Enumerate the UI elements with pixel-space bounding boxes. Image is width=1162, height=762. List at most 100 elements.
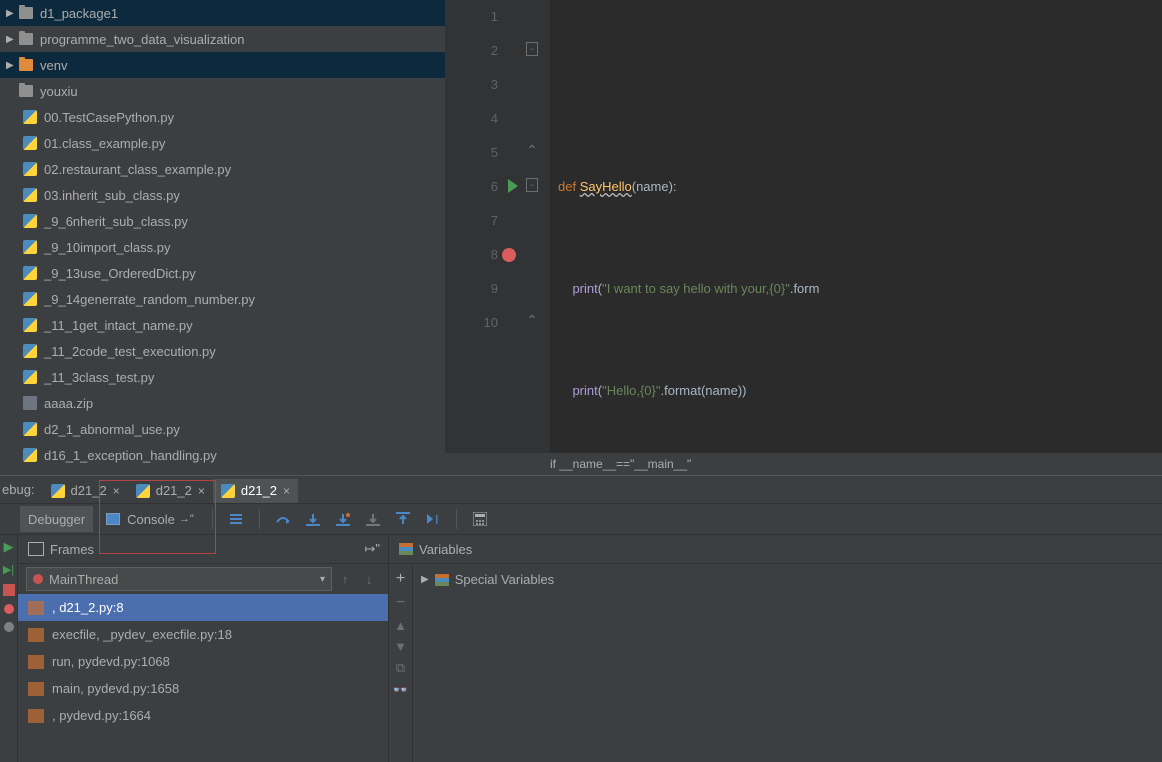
python-file-icon xyxy=(22,447,38,463)
file-item[interactable]: d16_1_exception_handling.py xyxy=(0,442,445,468)
stack-list[interactable]: , d21_2.py:8execfile, _pydev_execfile.py… xyxy=(18,594,388,729)
chevron-right-icon[interactable]: ▶ xyxy=(6,60,18,71)
down-icon[interactable]: ▼ xyxy=(394,639,407,654)
frames-label: Frames xyxy=(50,542,94,557)
svg-text:I: I xyxy=(435,512,439,526)
file-item[interactable]: 01.class_example.py xyxy=(0,130,445,156)
debug-tab[interactable]: d21_2× xyxy=(213,479,298,503)
threads-icon[interactable] xyxy=(223,506,249,532)
file-item[interactable]: 03.inherit_sub_class.py xyxy=(0,182,445,208)
chevron-right-icon[interactable]: ▶ xyxy=(6,8,18,19)
python-file-icon xyxy=(51,484,65,498)
rerun-icon[interactable]: ▶ xyxy=(4,539,14,555)
file-item[interactable]: _11_3class_test.py xyxy=(0,364,445,390)
folder-label: venv xyxy=(40,58,67,73)
frame-icon xyxy=(28,655,44,669)
folder-item[interactable]: youxiu xyxy=(0,78,445,104)
glasses-icon[interactable]: 👓 xyxy=(392,682,408,698)
file-label: _9_14generrate_random_number.py xyxy=(44,292,255,307)
stack-frame[interactable]: , d21_2.py:8 xyxy=(18,594,388,621)
stack-frame[interactable]: run, pydevd.py:1068 xyxy=(18,648,388,675)
file-item[interactable]: 02.restaurant_class_example.py xyxy=(0,156,445,182)
folder-icon xyxy=(18,31,34,47)
up-icon[interactable]: ▲ xyxy=(394,618,407,633)
file-label: _9_13use_OrderedDict.py xyxy=(44,266,196,281)
resume-icon[interactable]: ▶| xyxy=(3,563,14,576)
debug-tab[interactable]: d21_2× xyxy=(128,479,213,503)
add-watch-icon[interactable]: + xyxy=(396,570,405,588)
file-item[interactable]: 00.TestCasePython.py xyxy=(0,104,445,130)
python-file-icon xyxy=(22,161,38,177)
code-area[interactable]: def SayHello(name): print("I want to say… xyxy=(550,0,1162,453)
python-file-icon xyxy=(22,265,38,281)
folder-item[interactable]: ▶programme_two_data_visualization xyxy=(0,26,445,52)
zip-icon xyxy=(22,395,38,411)
folder-label: youxiu xyxy=(40,84,78,99)
code-editor[interactable]: 1 2 3 4 5 6 7 8 9 10 − − ⌃ ⌃ def SayHell… xyxy=(445,0,1162,475)
close-icon[interactable]: × xyxy=(198,484,205,498)
evaluate-icon[interactable] xyxy=(467,506,493,532)
python-file-icon xyxy=(22,213,38,229)
debug-toolbar: Debugger Console→" I xyxy=(0,503,1162,535)
fold-minus-icon[interactable]: − xyxy=(526,42,538,56)
run-gutter-icon[interactable] xyxy=(508,179,518,193)
file-item[interactable]: d2_1_abnormal_use.py xyxy=(0,416,445,442)
file-item[interactable]: _9_13use_OrderedDict.py xyxy=(0,260,445,286)
file-item[interactable]: _9_10import_class.py xyxy=(0,234,445,260)
debug-run-tabs: ebug: d21_2×d21_2×d21_2× xyxy=(0,476,1162,503)
step-out-icon[interactable] xyxy=(390,506,416,532)
stack-frame[interactable]: main, pydevd.py:1658 xyxy=(18,675,388,702)
file-label: aaaa.zip xyxy=(44,396,93,411)
step-over-icon[interactable] xyxy=(270,506,296,532)
folder-item[interactable]: ▶d1_package1 xyxy=(0,0,445,26)
thread-selector[interactable]: MainThread ▾ xyxy=(26,567,332,591)
file-label: _11_3class_test.py xyxy=(44,370,154,385)
mute-breakpoints-icon[interactable] xyxy=(4,622,14,632)
restore-layout-icon[interactable]: ↦" xyxy=(364,541,380,557)
file-item[interactable]: _9_6nherit_sub_class.py xyxy=(0,208,445,234)
chevron-right-icon[interactable]: ▶ xyxy=(6,34,18,45)
run-to-cursor-icon[interactable]: I xyxy=(420,506,446,532)
breakpoint-icon[interactable] xyxy=(502,248,516,262)
file-item[interactable]: _11_1get_intact_name.py xyxy=(0,312,445,338)
file-item[interactable]: _11_2code_test_execution.py xyxy=(0,338,445,364)
stack-frame[interactable]: , pydevd.py:1664 xyxy=(18,702,388,729)
debug-label: ebug: xyxy=(2,482,35,497)
close-icon[interactable]: × xyxy=(113,484,120,498)
copy-icon[interactable]: ⧉ xyxy=(396,660,405,676)
close-icon[interactable]: × xyxy=(283,484,290,498)
variables-label: Variables xyxy=(419,542,472,557)
file-label: 03.inherit_sub_class.py xyxy=(44,188,180,203)
file-label: _9_6nherit_sub_class.py xyxy=(44,214,188,229)
python-file-icon xyxy=(22,187,38,203)
next-frame-icon[interactable]: ↓ xyxy=(358,568,380,590)
file-item[interactable]: _9_14generrate_random_number.py xyxy=(0,286,445,312)
debug-tab[interactable]: d21_2× xyxy=(43,479,128,503)
python-file-icon xyxy=(22,421,38,437)
fold-end-icon: ⌃ xyxy=(526,144,538,158)
chevron-down-icon: ▾ xyxy=(320,574,325,585)
folder-icon xyxy=(18,5,34,21)
step-into-my-icon[interactable] xyxy=(330,506,356,532)
force-step-icon[interactable] xyxy=(360,506,386,532)
frame-icon xyxy=(28,628,44,642)
prev-frame-icon[interactable]: ↑ xyxy=(334,568,356,590)
fold-minus-icon[interactable]: − xyxy=(526,178,538,192)
stop-icon[interactable] xyxy=(3,584,15,596)
file-item[interactable]: aaaa.zip xyxy=(0,390,445,416)
python-file-icon xyxy=(136,484,150,498)
expand-icon[interactable]: ▶ xyxy=(421,574,429,585)
stack-frame[interactable]: execfile, _pydev_execfile.py:18 xyxy=(18,621,388,648)
python-file-icon xyxy=(22,317,38,333)
view-breakpoints-icon[interactable] xyxy=(4,604,14,614)
remove-watch-icon[interactable]: − xyxy=(396,594,405,612)
gutter: 1 2 3 4 5 6 7 8 9 10 xyxy=(445,0,520,453)
console-tab[interactable]: Console→" xyxy=(97,506,202,532)
breadcrumb[interactable]: if __name__=="__main__" xyxy=(445,453,1162,475)
debugger-tab[interactable]: Debugger xyxy=(20,506,93,532)
special-variables-row[interactable]: ▶ Special Variables xyxy=(421,572,1154,587)
project-tree[interactable]: ▶d1_package1▶programme_two_data_visualiz… xyxy=(0,0,445,475)
folder-item[interactable]: ▶ venv xyxy=(0,52,445,78)
fold-end-icon: ⌃ xyxy=(526,314,538,328)
step-into-icon[interactable] xyxy=(300,506,326,532)
